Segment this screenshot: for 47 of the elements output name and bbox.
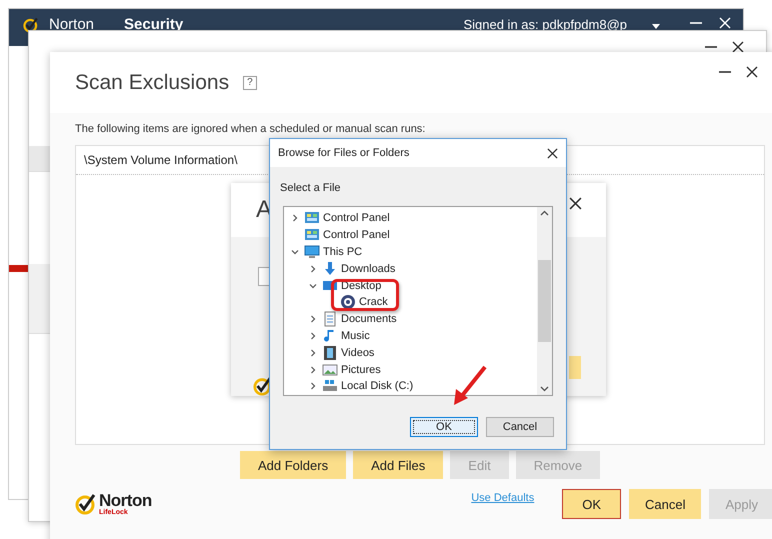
brand-name: Norton <box>49 17 94 32</box>
down-arrow-icon <box>322 260 338 277</box>
checkmark-logo-icon <box>75 493 97 515</box>
scrollbar[interactable] <box>537 207 552 395</box>
description-text: The following items are ignored when a scheduled or manual scan runs: <box>74 122 426 137</box>
film-icon <box>322 344 338 361</box>
checkmark-logo-icon <box>23 17 39 33</box>
close-icon[interactable] <box>746 66 758 78</box>
window-title: Security <box>124 17 184 32</box>
dialog-button[interactable]: Cancel <box>629 489 702 519</box>
tree-item[interactable]: This PC <box>323 246 362 258</box>
highlight-annotation <box>331 279 399 311</box>
action-button[interactable]: Add Files <box>353 451 444 479</box>
tree-item[interactable]: Control Panel <box>323 212 390 224</box>
dialog-button[interactable]: Cancel <box>486 417 554 437</box>
close-icon[interactable] <box>569 197 582 210</box>
tree-item[interactable]: Music <box>341 330 370 342</box>
logo-text: Norton <box>99 492 152 508</box>
dialog-button[interactable]: OK <box>562 489 621 519</box>
help-button[interactable]: ? <box>243 76 257 90</box>
chevron-right-icon[interactable] <box>309 264 317 273</box>
dialog-title: Scan Exclusions <box>75 70 230 94</box>
close-icon[interactable] <box>732 41 744 53</box>
account-label: Signed in as: pdkpfpdm8@p <box>463 17 627 32</box>
action-button[interactable]: Add Folders <box>240 451 346 479</box>
tree-item[interactable]: Local Disk (C:) <box>341 380 414 392</box>
arrow-annotation <box>452 365 488 407</box>
dialog-title: Browse for Files or Folders <box>278 147 410 159</box>
dialog-button[interactable]: OK <box>410 417 478 437</box>
tree-item[interactable]: Videos <box>341 346 374 359</box>
chevron-down-icon[interactable] <box>291 248 299 256</box>
document-icon <box>322 311 338 328</box>
status-bar <box>9 265 29 272</box>
close-icon[interactable] <box>547 148 558 158</box>
tree-item[interactable]: Downloads <box>341 262 396 275</box>
tree-item[interactable]: Desktop <box>341 280 382 292</box>
chevron-down-icon[interactable] <box>309 282 317 290</box>
scroll-down-icon[interactable] <box>540 384 549 393</box>
prompt-label: Select a File <box>279 181 342 196</box>
chevron-right-icon[interactable] <box>291 214 299 222</box>
monitor-icon <box>304 244 320 260</box>
scroll-up-icon[interactable] <box>540 209 549 218</box>
tree-item[interactable]: Documents <box>341 313 397 326</box>
picture-icon <box>322 362 338 378</box>
tree-item[interactable]: Crack <box>359 296 388 308</box>
tree-item[interactable]: Control Panel <box>323 229 390 242</box>
tree-item[interactable]: Pictures <box>341 364 381 376</box>
